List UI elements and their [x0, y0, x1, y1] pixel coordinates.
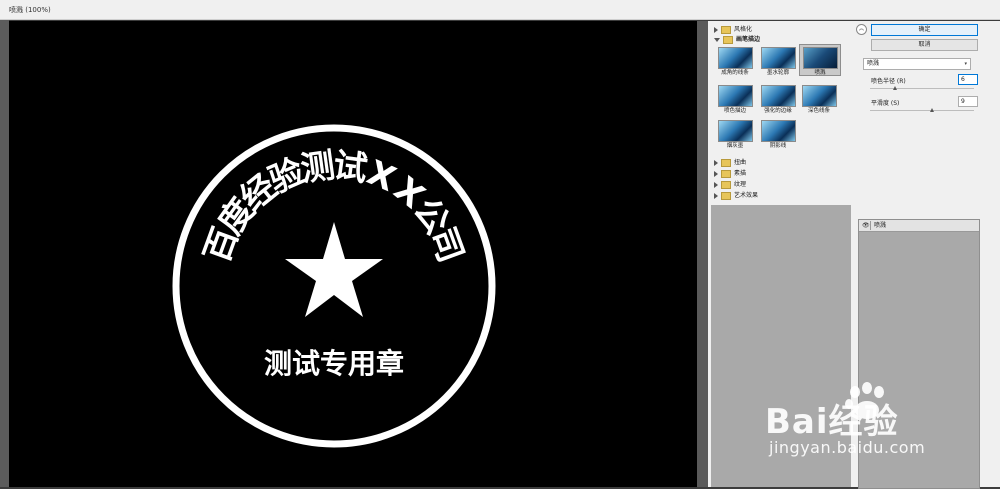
smoothness-slider[interactable] — [870, 110, 974, 111]
filter-preview-image — [761, 47, 796, 69]
category-distort[interactable]: 扭曲 — [714, 157, 746, 167]
spray-radius-slider-handle[interactable] — [892, 86, 897, 90]
filter-thumb-sprayed-strokes[interactable]: 喷色描边 — [715, 83, 755, 114]
filter-preview-image — [718, 85, 753, 107]
category-texture[interactable]: 纹理 — [714, 179, 746, 189]
double-chevron-up-icon[interactable]: ︽ — [856, 24, 867, 35]
preview-canvas[interactable]: 百度经验测试XX公司 测试专用章 — [9, 21, 697, 487]
filter-thumb-accented-edges[interactable]: 强化的边缘 — [758, 83, 798, 114]
window-titlebar: 喷溅 (100%) — [0, 0, 1000, 20]
filter-thumb-crosshatch[interactable]: 阴影线 — [758, 118, 798, 149]
window-title: 喷溅 (100%) — [9, 6, 51, 14]
filter-preview-image — [718, 120, 753, 142]
filter-thumb-ink-outlines[interactable]: 墨水轮廓 — [758, 45, 798, 76]
chevron-down-icon: ▾ — [964, 61, 967, 67]
filter-preview-image — [718, 47, 753, 69]
category-brush-strokes[interactable]: 画笔描边 — [714, 34, 760, 44]
effect-layer-row[interactable]: 👁 喷溅 — [859, 220, 979, 232]
folder-icon — [721, 180, 731, 189]
watermark-url: jingyan.baidu.com — [769, 438, 926, 457]
filter-thumb-sumi-e[interactable]: 烟灰墨 — [715, 118, 755, 149]
ok-button[interactable]: 确定 — [871, 24, 978, 36]
filter-preview-image — [761, 85, 796, 107]
folder-icon — [721, 25, 731, 34]
expand-arrow-icon — [714, 26, 718, 33]
smoothness-input[interactable]: 9 — [958, 96, 978, 107]
eye-icon[interactable]: 👁 — [862, 220, 870, 231]
expand-arrow-icon — [714, 159, 718, 166]
filter-thumb-dark-strokes[interactable]: 深色线条 — [799, 83, 839, 114]
spray-radius-input[interactable]: 6 — [958, 74, 978, 85]
filter-thumb-spatter[interactable]: 喷溅 — [799, 44, 841, 76]
folder-icon — [721, 191, 731, 200]
folder-icon — [721, 169, 731, 178]
filter-thumb-angled-strokes[interactable]: 成角的线条 — [715, 45, 755, 76]
spray-radius-slider[interactable] — [870, 88, 974, 89]
filter-preview-image — [761, 120, 796, 142]
stamp-image: 百度经验测试XX公司 测试专用章 — [172, 124, 496, 448]
preview-scrollbar[interactable] — [697, 21, 708, 487]
filter-preview-image — [802, 85, 837, 107]
star-icon — [285, 222, 383, 317]
folder-icon — [721, 158, 731, 167]
baidu-jingyan-watermark: Bai经验 jingyan.baidu.com — [765, 380, 965, 470]
category-stylize[interactable]: 风格化 — [714, 24, 752, 34]
spray-radius-label: 喷色半径 (R) — [871, 78, 906, 85]
left-edge — [0, 20, 9, 487]
collapse-arrow-icon — [714, 37, 720, 42]
stamp-bottom-text: 测试专用章 — [264, 347, 404, 380]
category-artistic[interactable]: 艺术效果 — [714, 190, 758, 200]
filter-select[interactable]: 喷溅 ▾ — [863, 58, 971, 70]
filter-preview-image — [803, 47, 838, 69]
smoothness-slider-handle[interactable] — [929, 108, 934, 112]
smoothness-label: 平滑度 (S) — [871, 100, 900, 107]
expand-arrow-icon — [714, 181, 718, 188]
expand-arrow-icon — [714, 170, 718, 177]
cancel-button[interactable]: 取消 — [871, 39, 978, 51]
category-sketch[interactable]: 素描 — [714, 168, 746, 178]
watermark-brand: Bai经验 — [765, 402, 899, 442]
folder-open-icon — [723, 35, 733, 44]
expand-arrow-icon — [714, 192, 718, 199]
